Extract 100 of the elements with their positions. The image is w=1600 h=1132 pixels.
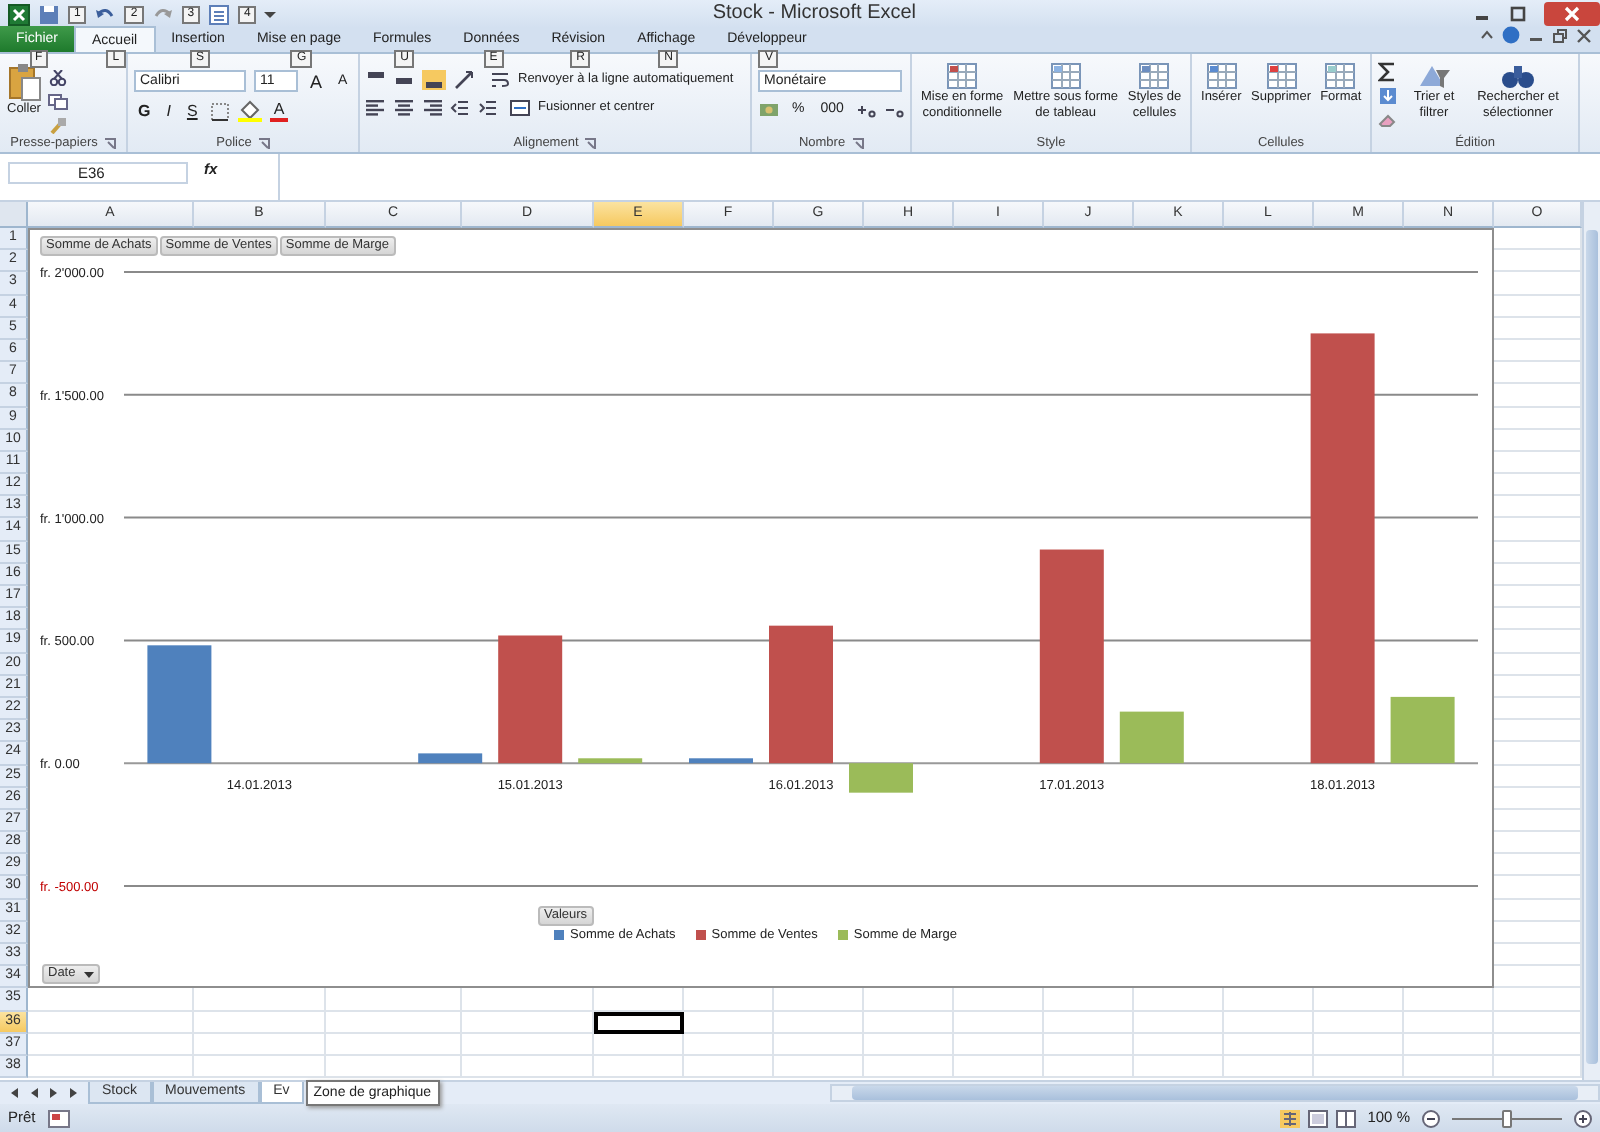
- table-cell[interactable]: [1494, 742, 1582, 765]
- delete-cells-icon[interactable]: [1263, 62, 1299, 90]
- page-layout-icon[interactable]: [1307, 1109, 1328, 1127]
- form-icon[interactable]: [208, 3, 231, 25]
- table-cell[interactable]: [1494, 228, 1582, 251]
- table-cell[interactable]: [1494, 362, 1582, 385]
- table-cell[interactable]: [1314, 988, 1404, 1012]
- table-cell[interactable]: [28, 1033, 194, 1056]
- table-cell[interactable]: [1224, 1055, 1314, 1079]
- align-right-icon[interactable]: [422, 98, 442, 118]
- table-cell[interactable]: [462, 1011, 594, 1034]
- dialog-launcher-icon[interactable]: [851, 137, 864, 149]
- zoom-out-icon[interactable]: [1422, 1109, 1440, 1127]
- table-cell[interactable]: [954, 1033, 1044, 1056]
- table-cell[interactable]: [774, 1055, 864, 1079]
- table-cell[interactable]: [1224, 1033, 1314, 1056]
- table-icon[interactable]: [944, 62, 981, 90]
- eraser-icon[interactable]: [1378, 110, 1398, 130]
- dialog-launcher-icon[interactable]: [257, 137, 270, 149]
- macro-record-icon[interactable]: [47, 1109, 70, 1127]
- table-cell[interactable]: [954, 1011, 1044, 1034]
- table-icon[interactable]: [1047, 62, 1084, 90]
- normal-view-icon[interactable]: [1279, 1109, 1300, 1127]
- format-cells-icon[interactable]: [1322, 62, 1359, 90]
- caret-icon[interactable]: [83, 969, 94, 979]
- table-cell[interactable]: [1494, 451, 1582, 475]
- table-cell[interactable]: [326, 1055, 462, 1079]
- wrap-text-icon[interactable]: [490, 70, 510, 90]
- binoculars-icon[interactable]: [1500, 62, 1536, 90]
- table-cell[interactable]: [1494, 1055, 1582, 1079]
- zoom-in-icon[interactable]: [1574, 1109, 1592, 1127]
- select-all-button[interactable]: [0, 202, 28, 228]
- table-cell[interactable]: [1494, 407, 1582, 430]
- align-left-icon[interactable]: [366, 98, 386, 118]
- close-icon[interactable]: [1576, 27, 1592, 43]
- table-cell[interactable]: [1224, 1011, 1314, 1034]
- table-cell[interactable]: [864, 1011, 954, 1034]
- table-cell[interactable]: [1044, 1033, 1134, 1056]
- table-cell[interactable]: [1494, 787, 1582, 810]
- align-center-icon[interactable]: [394, 98, 414, 118]
- table-cell[interactable]: [1134, 1055, 1224, 1079]
- table-cell[interactable]: [1494, 966, 1582, 989]
- merge-icon[interactable]: [510, 98, 530, 118]
- table-cell[interactable]: [594, 988, 684, 1012]
- table-cell[interactable]: [1494, 720, 1582, 743]
- table-cell[interactable]: [684, 988, 774, 1012]
- table-cell[interactable]: [1494, 675, 1582, 698]
- grow-font-button[interactable]: A: [306, 71, 327, 91]
- table-cell[interactable]: [326, 988, 462, 1012]
- table-cell[interactable]: [1494, 765, 1582, 788]
- table-cell[interactable]: [1404, 988, 1494, 1012]
- scrollbar[interactable]: [1586, 230, 1598, 1064]
- table-cell[interactable]: [1494, 608, 1582, 631]
- table-cell[interactable]: [684, 1055, 774, 1079]
- caret-icon[interactable]: [264, 8, 277, 20]
- copy-icon[interactable]: [48, 94, 68, 110]
- decrease-indent-icon[interactable]: [450, 98, 470, 118]
- dialog-launcher-icon[interactable]: [584, 137, 597, 149]
- table-cell[interactable]: [1134, 988, 1224, 1012]
- table-cell[interactable]: [954, 1055, 1044, 1079]
- maximize-icon[interactable]: [1508, 4, 1528, 24]
- table-cell[interactable]: [1494, 899, 1582, 922]
- increase-indent-icon[interactable]: [478, 98, 498, 118]
- table-cell[interactable]: [194, 1033, 326, 1056]
- table-cell[interactable]: [326, 1011, 462, 1034]
- table-cell[interactable]: [1494, 988, 1582, 1012]
- table-cell[interactable]: [1044, 1055, 1134, 1079]
- scissors-icon[interactable]: [48, 70, 68, 86]
- currency-icon[interactable]: [758, 100, 780, 120]
- bold-button[interactable]: G: [134, 101, 155, 121]
- increase-decimal-icon[interactable]: [855, 100, 876, 120]
- table-cell[interactable]: [326, 1033, 462, 1056]
- spreadsheet-logo-icon[interactable]: [8, 3, 30, 25]
- table-cell[interactable]: [1044, 988, 1134, 1012]
- table-cell[interactable]: [1494, 384, 1582, 407]
- table-cell[interactable]: [1134, 1011, 1224, 1034]
- align-bottom-icon[interactable]: [422, 70, 446, 90]
- table-cell[interactable]: [1494, 474, 1582, 497]
- table-cell[interactable]: [1494, 1033, 1582, 1056]
- insert-cells-icon[interactable]: [1203, 62, 1240, 90]
- table-cell[interactable]: [1494, 429, 1582, 452]
- table-cell[interactable]: [594, 1055, 684, 1079]
- sum-icon[interactable]: [1378, 62, 1398, 82]
- italic-button[interactable]: I: [162, 101, 175, 121]
- table-cell[interactable]: [28, 1055, 194, 1079]
- save-icon[interactable]: [38, 3, 60, 25]
- table-cell[interactable]: [462, 1033, 594, 1056]
- table-cell[interactable]: [1494, 653, 1582, 676]
- table-cell[interactable]: [1494, 541, 1582, 564]
- table-cell[interactable]: [1044, 1011, 1134, 1034]
- table-cell[interactable]: [1134, 1033, 1224, 1056]
- page-break-icon[interactable]: [1335, 1109, 1356, 1127]
- table-cell[interactable]: [28, 1011, 194, 1034]
- dialog-launcher-icon[interactable]: [103, 137, 116, 149]
- table-cell[interactable]: [1494, 697, 1582, 721]
- table-cell[interactable]: [774, 988, 864, 1012]
- table-cell[interactable]: [462, 1055, 594, 1079]
- table-cell[interactable]: [28, 988, 194, 1012]
- table-cell[interactable]: [954, 988, 1044, 1012]
- help-icon[interactable]: [1502, 26, 1520, 44]
